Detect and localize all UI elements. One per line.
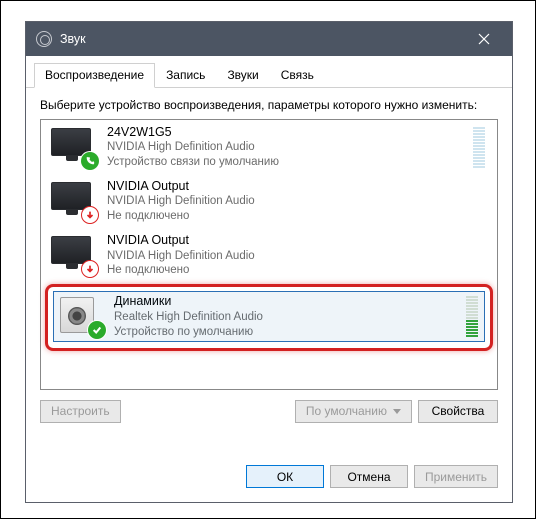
device-texts: NVIDIA Output NVIDIA High Definition Aud…: [97, 232, 489, 278]
window-title: Звук: [60, 32, 462, 46]
tab-recording[interactable]: Запись: [155, 63, 216, 88]
device-row-selected[interactable]: Динамики Realtek High Definition Audio У…: [41, 282, 497, 352]
disconnected-badge-icon: [81, 260, 99, 278]
instruction-text: Выберите устройство воспроизведения, пар…: [40, 98, 498, 113]
device-provider: NVIDIA High Definition Audio: [107, 249, 489, 264]
monitor-icon: [49, 126, 97, 168]
configure-button[interactable]: Настроить: [40, 400, 121, 423]
device-status: Не подключено: [107, 263, 489, 278]
device-provider: Realtek High Definition Audio: [114, 310, 458, 325]
properties-button[interactable]: Свойства: [418, 400, 498, 423]
device-row[interactable]: NVIDIA Output NVIDIA High Definition Aud…: [41, 174, 497, 228]
device-status: Не подключено: [107, 209, 489, 224]
level-meter: [466, 296, 482, 337]
apply-button[interactable]: Применить: [414, 465, 498, 488]
default-device-badge-icon: [88, 321, 106, 339]
device-row[interactable]: 24V2W1G5 NVIDIA High Definition Audio Ус…: [41, 120, 497, 174]
dialog-button-bar: ОК Отмена Применить: [26, 455, 512, 502]
level-meter: [473, 127, 489, 168]
close-button[interactable]: [462, 22, 506, 56]
device-name: Динамики: [114, 293, 458, 309]
tab-body-playback: Выберите устройство воспроизведения, пар…: [26, 88, 512, 455]
tab-playback[interactable]: Воспроизведение: [34, 63, 155, 88]
monitor-icon: [49, 180, 97, 222]
close-icon: [478, 33, 490, 45]
list-button-row: Настроить По умолчанию Свойства: [40, 400, 498, 423]
device-provider: NVIDIA High Definition Audio: [107, 140, 465, 155]
device-name: NVIDIA Output: [107, 232, 489, 248]
title-bar: Звук: [26, 22, 512, 56]
client-area: Воспроизведение Запись Звуки Связь Выбер…: [26, 56, 512, 502]
tab-sounds[interactable]: Звуки: [216, 63, 269, 88]
disconnected-badge-icon: [81, 206, 99, 224]
device-row[interactable]: NVIDIA Output NVIDIA High Definition Aud…: [41, 228, 497, 282]
device-status: Устройство связи по умолчанию: [107, 155, 465, 170]
tab-strip: Воспроизведение Запись Звуки Связь: [26, 56, 512, 88]
device-list[interactable]: 24V2W1G5 NVIDIA High Definition Audio Ус…: [40, 119, 498, 390]
cancel-button[interactable]: Отмена: [330, 465, 408, 488]
sound-dialog: Звук Воспроизведение Запись Звуки Связь …: [25, 21, 513, 503]
monitor-icon: [49, 234, 97, 276]
ok-button[interactable]: ОК: [246, 465, 324, 488]
device-status: Устройство по умолчанию: [114, 325, 458, 340]
tab-comms[interactable]: Связь: [270, 63, 325, 88]
device-texts: 24V2W1G5 NVIDIA High Definition Audio Ус…: [97, 124, 465, 170]
device-name: NVIDIA Output: [107, 178, 489, 194]
screenshot-frame: Звук Воспроизведение Запись Звуки Связь …: [0, 0, 536, 519]
default-comm-badge-icon: [81, 152, 99, 170]
list-empty-space: [41, 353, 497, 389]
device-texts: Динамики Realtek High Definition Audio У…: [104, 293, 458, 339]
sound-icon: [36, 31, 52, 47]
speaker-icon: [56, 295, 104, 337]
device-name: 24V2W1G5: [107, 124, 465, 140]
set-default-button[interactable]: По умолчанию: [295, 400, 412, 423]
device-texts: NVIDIA Output NVIDIA High Definition Aud…: [97, 178, 489, 224]
device-provider: NVIDIA High Definition Audio: [107, 194, 489, 209]
